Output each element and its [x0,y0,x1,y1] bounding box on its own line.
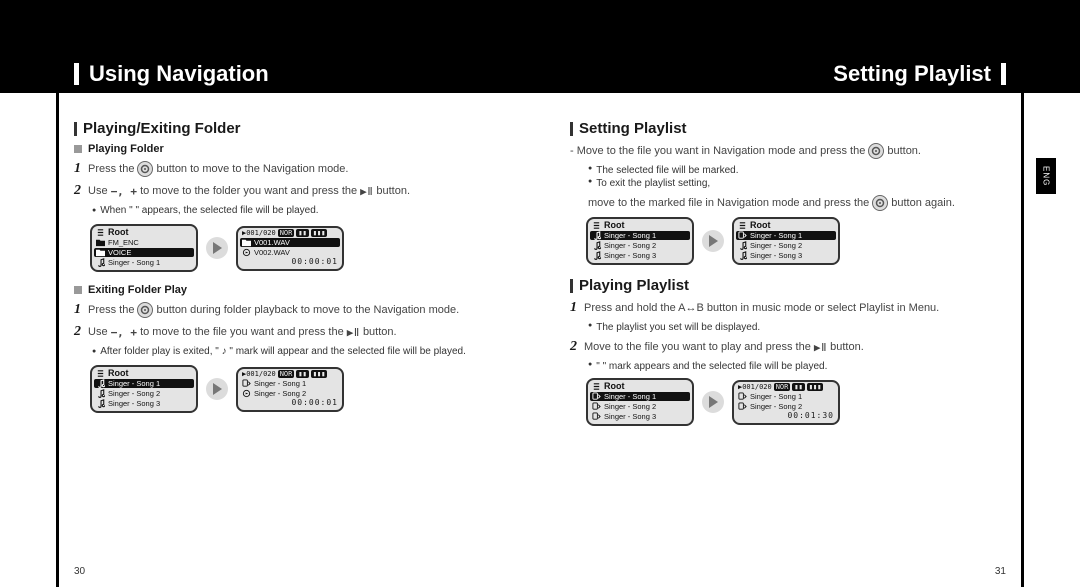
intro-line: - Move to the file you want in Navigatio… [570,143,1005,159]
heading-text: Playing/Exiting Folder [83,120,241,137]
top-black-bar [0,0,1080,55]
step-1c: 1 Press and hold the A↔B button in music… [570,300,1005,316]
step-note-b: After folder play is exited, " ♪ " mark … [92,346,509,357]
screenshot-pair-1: RootFM_ENCVOICESinger - Song 1 ▶001/020N… [90,224,509,272]
heading-playing-playlist: Playing Playlist [570,277,1005,294]
nav-button-icon [137,161,153,177]
language-tab: ENG [1036,158,1056,194]
bullet-exit: To exit the playlist setting, [588,178,1005,189]
plus-minus-icon: −, + [111,326,138,339]
screenshot-pair-2: RootSinger - Song 1Singer - Song 2Singer… [90,365,509,413]
page-title-right: Setting Playlist [540,55,1080,93]
arrow-icon [702,230,724,252]
play-pause-icon: ▶ǁ [347,326,360,339]
lcd-playlist-browse: RootSinger - Song 1Singer - Song 2Singer… [586,378,694,426]
manual-spread: Using Navigation Setting Playlist ENG Pl… [0,0,1080,587]
heading-marker [74,122,77,136]
exit-line2: move to the marked file in Navigation mo… [588,195,1005,211]
lcd-before-mark: RootSinger - Song 1Singer - Song 2Singer… [586,217,694,265]
screenshot-pair-4: RootSinger - Song 1Singer - Song 2Singer… [586,378,1005,426]
nav-button-icon [868,143,884,159]
heading-setting-playlist: Setting Playlist [570,120,1005,137]
lcd-root-songs: RootSinger - Song 1Singer - Song 2Singer… [90,365,198,413]
step-2: 2 Use −, + to move to the folder you wan… [74,183,509,199]
subheading-text: Playing Folder [88,143,164,155]
step-2c: 2 Move to the file you want to play and … [570,339,1005,355]
arrow-icon [206,378,228,400]
subheading-exiting-folder: Exiting Folder Play [74,284,509,296]
screenshot-pair-3: RootSinger - Song 1Singer - Song 2Singer… [586,217,1005,265]
step-2b: 2 Use −, + to move to the file you want … [74,324,509,340]
play-pause-icon: ▶ǁ [814,341,827,354]
step-note: When " " appears, the selected file will… [92,205,509,216]
lcd-voice-files: ▶001/020NOR▮▮▮▮▮V001.WAVV002.WAV00:00:01 [236,226,344,271]
lcd-playlist-play: ▶001/020NOR▮▮▮▮▮Singer - Song 1Singer - … [732,380,840,425]
lcd-now-playing: ▶001/020NOR▮▮▮▮▮Singer - Song 1Singer - … [236,367,344,412]
step-1: 1 Press the button to move to the Naviga… [74,161,509,177]
box-icon [74,145,82,153]
right-column: Setting Playlist - Move to the file you … [570,112,1005,557]
page-number-left: 30 [74,566,85,577]
subheading-playing-folder: Playing Folder [74,143,509,155]
lcd-root-folders: RootFM_ENCVOICESinger - Song 1 [90,224,198,272]
page-number-right: 31 [995,566,1006,577]
title-text-left: Using Navigation [74,63,269,85]
arrow-icon [206,237,228,259]
plus-minus-icon: −, + [111,185,138,198]
arrow-icon [702,391,724,413]
step-1b: 1 Press the button during folder playbac… [74,302,509,318]
heading-playing-exiting: Playing/Exiting Folder [74,120,509,137]
bullet-marked: The selected file will be marked. [588,165,1005,176]
play-pause-icon: ▶ǁ [360,185,373,198]
bullet-displayed: The playlist you set will be displayed. [588,322,1005,333]
nav-button-icon [872,195,888,211]
lcd-after-mark: RootSinger - Song 1Singer - Song 2Singer… [732,217,840,265]
page-title-left: Using Navigation [0,55,540,93]
left-column: Playing/Exiting Folder Playing Folder 1 … [74,112,509,557]
title-text-right: Setting Playlist [833,63,1006,85]
nav-button-icon [137,302,153,318]
box-icon [74,286,82,294]
bullet-mark-appears: " " mark appears and the selected file w… [588,361,1005,372]
